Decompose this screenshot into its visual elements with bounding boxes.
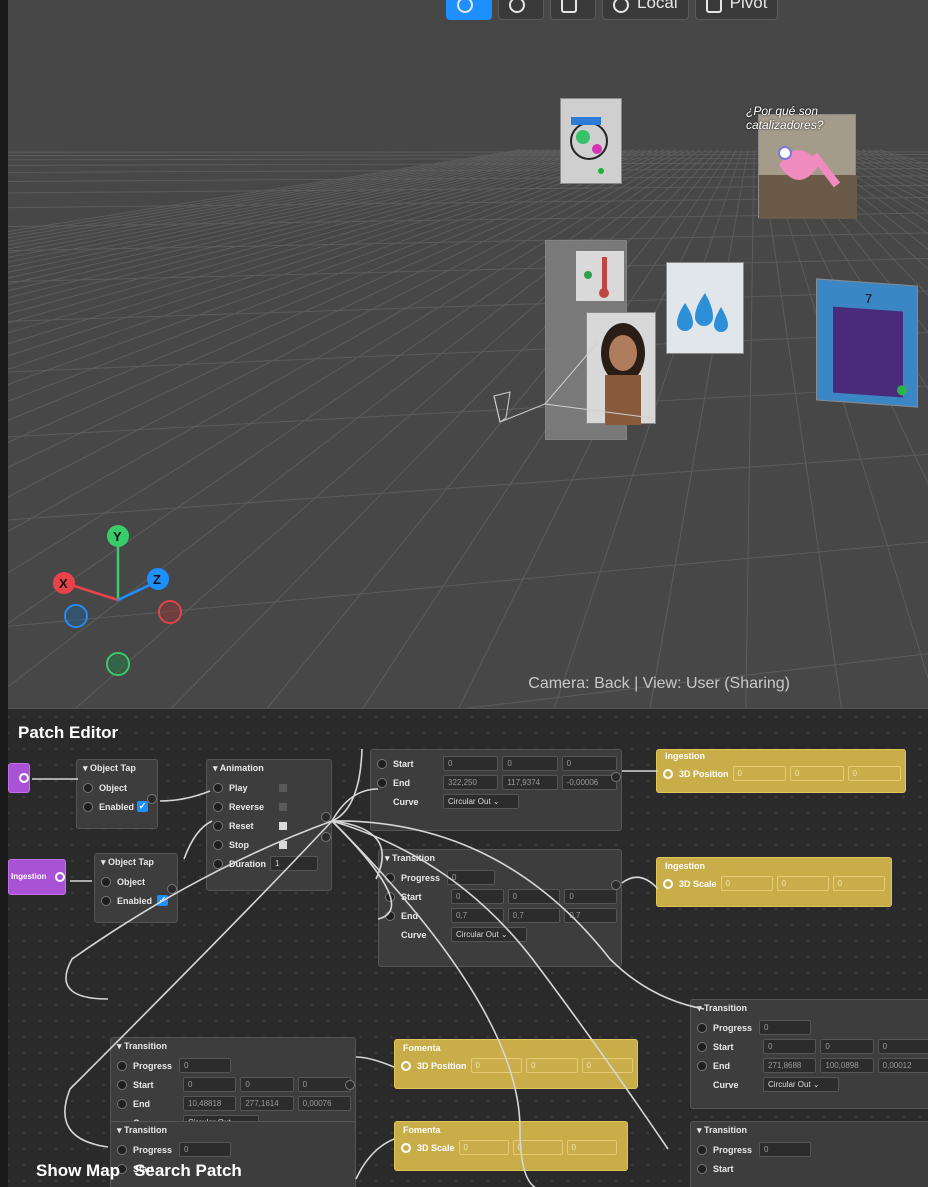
transition-node-top[interactable]: Start 000 End 322,250 117,9374 -0,00006 Cu… [370, 749, 622, 831]
object-port[interactable] [83, 782, 93, 793]
scene-viewport[interactable]: Local Pivot ¿Por qué son catalizadores? [0, 0, 928, 708]
search-patch-button[interactable]: Search Patch [134, 1161, 242, 1181]
position-input-port[interactable] [401, 1060, 411, 1071]
window-left-edge [0, 0, 8, 1187]
end-port[interactable] [697, 1060, 707, 1071]
progress-port[interactable] [697, 1144, 707, 1155]
enabled-port[interactable] [83, 801, 93, 812]
reverse-pulse[interactable] [279, 802, 287, 811]
patch-editor[interactable]: Patch Editor Ingestion ▾ Object Tap Obje… [0, 708, 928, 1187]
play-port[interactable] [213, 782, 223, 793]
show-map-button[interactable]: Show Map [36, 1161, 120, 1181]
transition-output-port[interactable] [611, 880, 621, 890]
ingestion-3d-position-patch[interactable]: Ingestion 3D Position 000 [656, 749, 906, 793]
start-port[interactable] [697, 1041, 707, 1052]
ingestion-patch-stub-top[interactable] [8, 763, 30, 793]
end-port[interactable] [377, 777, 387, 788]
reverse-port[interactable] [213, 801, 223, 812]
scale-input-port[interactable] [401, 1142, 411, 1153]
progress-output-port[interactable] [321, 812, 331, 822]
svg-text:Z: Z [153, 572, 161, 587]
curve-select[interactable]: Circular Out ⌄ [451, 927, 527, 942]
reset-port[interactable] [213, 820, 223, 831]
transition-node-bottom-right[interactable]: Transition Progress0 Start [690, 1121, 928, 1187]
ingestion-3d-scale-patch[interactable]: Ingestion 3D Scale 000 [656, 857, 892, 907]
camera-status-text: Camera: Back | View: User (Sharing) [528, 675, 790, 692]
stop-port[interactable] [213, 839, 223, 850]
reset-pulse[interactable] [279, 821, 287, 830]
transition-node-right[interactable]: Transition Progress0 Start 000 End 271,8… [690, 999, 928, 1109]
tap-output-port[interactable] [147, 794, 157, 804]
scale-input-port[interactable] [663, 878, 673, 889]
position-input-port[interactable] [663, 768, 673, 779]
play-pulse[interactable] [279, 783, 287, 792]
stop-pulse[interactable] [279, 840, 287, 849]
object-port[interactable] [101, 876, 111, 887]
curve-select[interactable]: Circular Out ⌄ [763, 1077, 839, 1092]
start-port[interactable] [117, 1079, 127, 1090]
animation-node[interactable]: Animation Play Reverse Reset Stop Durati… [206, 759, 332, 891]
transition-output-port[interactable] [345, 1080, 355, 1090]
transition-output-port[interactable] [611, 772, 621, 782]
output-port[interactable] [19, 773, 29, 783]
enabled-checkbox[interactable]: ✓ [137, 801, 148, 812]
object-tap-node-2[interactable]: Object Tap Object Enabled✓ [94, 853, 178, 923]
progress-port[interactable] [117, 1060, 127, 1071]
enabled-checkbox[interactable]: ✓ [157, 895, 168, 906]
progress-port[interactable] [117, 1144, 127, 1155]
curve-select[interactable]: Circular Out ⌄ [443, 794, 519, 809]
duration-port[interactable] [213, 858, 223, 869]
end-port[interactable] [117, 1098, 127, 1109]
transition-node-mid[interactable]: Transition Progress0 Start 000 End 0,70,… [378, 849, 622, 967]
start-port[interactable] [697, 1163, 707, 1174]
ingestion-patch[interactable]: Ingestion [8, 859, 66, 895]
start-port[interactable] [385, 891, 395, 902]
start-port[interactable] [377, 758, 387, 769]
progress-port[interactable] [697, 1022, 707, 1033]
enabled-port[interactable] [101, 895, 111, 906]
axis-gizmo[interactable]: Y X Z [40, 520, 200, 690]
end-port[interactable] [385, 910, 395, 921]
duration-field[interactable]: 1 [270, 856, 318, 871]
fomenta-3d-scale-patch[interactable]: Fomenta 3D Scale 000 [394, 1121, 628, 1171]
animation-output-port[interactable] [321, 832, 331, 842]
object-tap-node-1[interactable]: Object Tap Object Enabled✓ [76, 759, 158, 829]
svg-text:Y: Y [113, 529, 122, 544]
patch-editor-title: Patch Editor [18, 723, 119, 742]
progress-port[interactable] [385, 872, 395, 883]
svg-text:X: X [59, 576, 68, 591]
output-port[interactable] [55, 872, 65, 882]
fomenta-3d-position-patch[interactable]: Fomenta 3D Position 000 [394, 1039, 638, 1089]
tap-output-port[interactable] [167, 884, 177, 894]
